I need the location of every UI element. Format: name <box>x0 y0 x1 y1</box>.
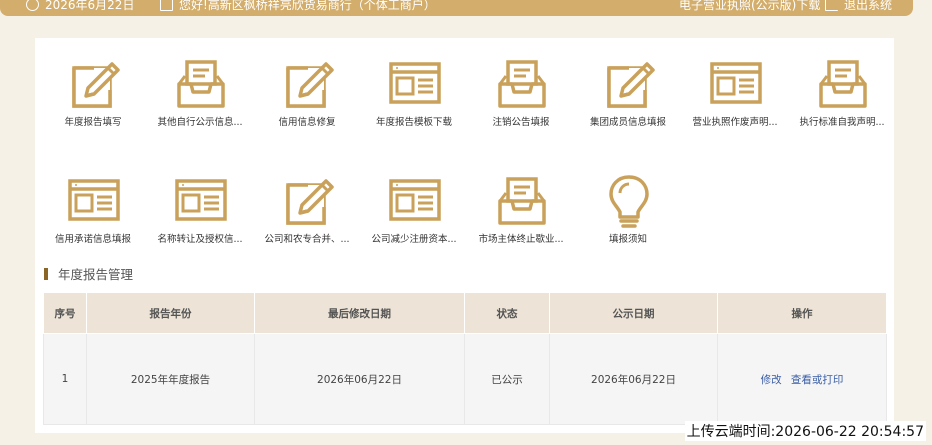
tile-label: 信用信息修复 <box>278 117 336 128</box>
logout-label: 退出系统 <box>844 0 893 12</box>
browser-window-icon <box>389 179 441 221</box>
tile-label: 年度报告模板下载 <box>375 117 452 128</box>
company-greeting: 您好!高新区枫桥祥亮欣货易商行（个体工商户） <box>160 0 436 13</box>
annual-report-table: 序号 报告年份 最后修改日期 状态 公示日期 操作 1 2025年年度报告 20… <box>43 292 887 425</box>
function-tile[interactable]: 执行标准自我声明... <box>792 38 892 138</box>
inbox-tray-icon <box>498 177 546 225</box>
upload-time-stamp: 上传云端时间:2026-06-22 20:54:57 <box>684 421 926 441</box>
cell-year: 2025年年度报告 <box>86 333 255 425</box>
browser-window-icon <box>175 179 227 221</box>
edit-pencil-icon <box>286 179 334 225</box>
tile-label: 注销公告填报 <box>492 117 550 128</box>
tile-label: 信用承诺信息填报 <box>54 234 131 245</box>
tile-label: 名称转让及授权信... <box>157 234 243 245</box>
function-tile[interactable]: 填报须知 <box>578 155 678 255</box>
company-name: 您好!高新区枫桥祥亮欣货易商行（个体工商户） <box>179 0 436 12</box>
main-panel: 年度报告填写 其他自行公示信息... 信用信息修复 年度报告模板下载 注销公告填… <box>35 38 894 433</box>
function-tile[interactable]: 年度报告填写 <box>43 38 143 138</box>
function-tile[interactable]: 公司减少注册资本... <box>364 155 464 255</box>
function-tile[interactable]: 其他自行公示信息... <box>150 38 250 138</box>
cell-actions: 修改 查看或打印 <box>717 333 887 425</box>
col-header-year: 报告年份 <box>86 292 255 334</box>
col-header-modified: 最后修改日期 <box>254 292 465 334</box>
table-header-row: 序号 报告年份 最后修改日期 状态 公示日期 操作 <box>43 292 887 334</box>
cell-modified: 2026年06月22日 <box>254 333 465 425</box>
date-text: 2026年6月22日 <box>45 0 135 12</box>
function-tile[interactable]: 信用承诺信息填报 <box>43 155 143 255</box>
lightbulb-icon <box>609 175 649 228</box>
tile-label: 集团成员信息填报 <box>589 117 666 128</box>
logout-icon <box>825 0 838 11</box>
browser-window-icon <box>389 62 441 104</box>
function-tile[interactable]: 信用信息修复 <box>257 38 357 138</box>
browser-window-icon <box>68 179 120 221</box>
table-row: 1 2025年年度报告 2026年06月22日 已公示 2026年06月22日 … <box>43 333 887 425</box>
tile-label: 公司和农专合并、... <box>264 234 350 245</box>
col-header-index: 序号 <box>43 292 87 334</box>
tile-label: 营业执照作废声明... <box>692 117 778 128</box>
browser-window-icon <box>710 62 762 104</box>
function-tile[interactable]: 市场主体终止歇业... <box>471 155 571 255</box>
section-title: 年度报告管理 <box>58 267 134 282</box>
col-header-status: 状态 <box>464 292 550 334</box>
tile-label: 填报须知 <box>608 234 647 245</box>
edit-pencil-icon <box>286 62 334 108</box>
section-marker <box>44 267 48 280</box>
cell-index: 1 <box>43 333 87 425</box>
section-header: 年度报告管理 <box>44 264 133 283</box>
edit-pencil-icon <box>607 62 655 108</box>
tile-label: 市场主体终止歇业... <box>478 234 564 245</box>
view-print-link[interactable]: 查看或打印 <box>791 374 844 386</box>
edit-link[interactable]: 修改 <box>761 374 782 386</box>
function-tile[interactable]: 注销公告填报 <box>471 38 571 138</box>
cell-published: 2026年06月22日 <box>549 333 718 425</box>
cell-status: 已公示 <box>464 333 550 425</box>
date-display: 2026年6月22日 <box>26 0 134 13</box>
inbox-tray-icon <box>498 60 546 108</box>
function-tile[interactable]: 集团成员信息填报 <box>578 38 678 138</box>
tile-label: 执行标准自我声明... <box>799 117 885 128</box>
tile-label: 其他自行公示信息... <box>157 117 243 128</box>
tile-label: 公司减少注册资本... <box>371 234 457 245</box>
license-download-label: 电子营业执照(公示版)下载 <box>679 0 821 12</box>
function-tile[interactable]: 名称转让及授权信... <box>150 155 250 255</box>
col-header-actions: 操作 <box>717 292 887 334</box>
logout-button[interactable]: 退出系统 <box>825 0 892 13</box>
col-header-published: 公示日期 <box>549 292 718 334</box>
inbox-tray-icon <box>177 60 225 108</box>
function-tile[interactable]: 年度报告模板下载 <box>364 38 464 138</box>
function-tile[interactable]: 公司和农专合并、... <box>257 155 357 255</box>
building-icon <box>160 0 173 11</box>
clock-icon <box>26 0 39 11</box>
function-tile[interactable]: 营业执照作废声明... <box>685 38 785 138</box>
inbox-tray-icon <box>819 60 867 108</box>
top-header-bar: 2026年6月22日 您好!高新区枫桥祥亮欣货易商行（个体工商户） 电子营业执照… <box>0 0 913 16</box>
license-download-link[interactable]: 电子营业执照(公示版)下载 <box>679 0 820 13</box>
tile-label: 年度报告填写 <box>64 117 122 128</box>
edit-pencil-icon <box>72 62 120 108</box>
